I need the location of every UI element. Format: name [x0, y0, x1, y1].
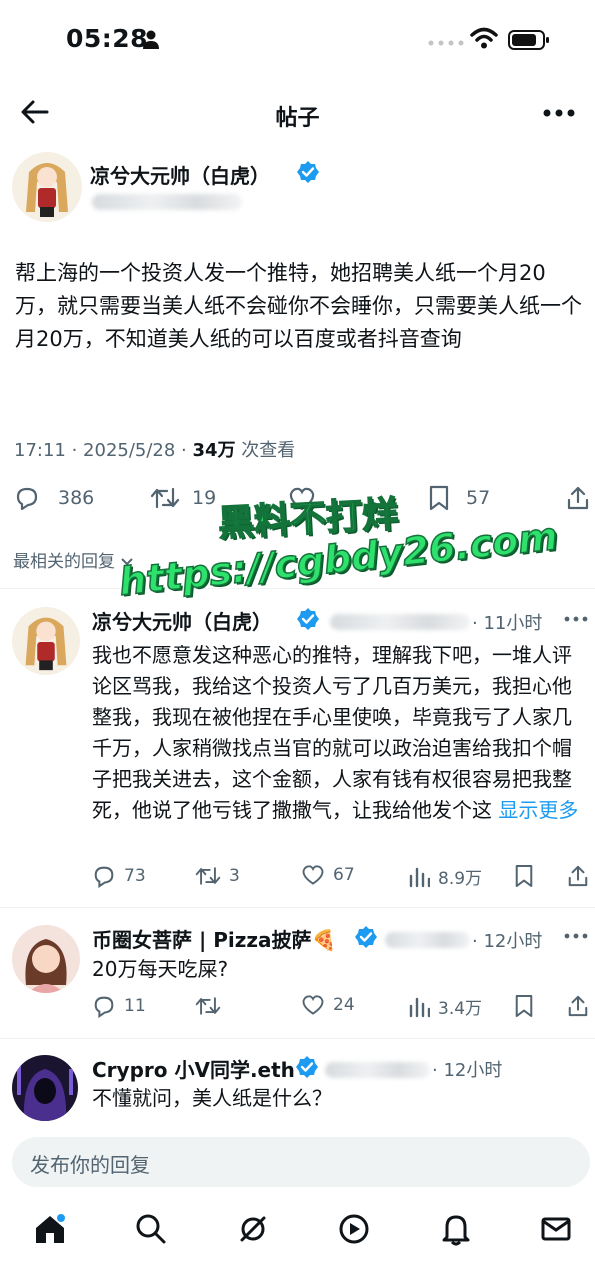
- reply-author[interactable]: 凉兮大元帅（白虎）: [92, 606, 272, 635]
- reply-button[interactable]: 386: [14, 485, 94, 511]
- bookmark-button[interactable]: 57: [428, 485, 490, 511]
- bookmark-count: 57: [466, 487, 491, 509]
- status-bar: 05:28: [0, 0, 595, 80]
- more-options-icon[interactable]: [543, 108, 575, 118]
- repost-count: 19: [192, 487, 217, 509]
- view-count: 3.4万: [438, 999, 483, 1019]
- blurred-handle: [330, 614, 470, 630]
- reply-button[interactable]: 73: [92, 864, 146, 888]
- reply-avatar[interactable]: [12, 607, 80, 675]
- reply-body: 我也不愿意发这种恶心的推特，理解我下吧，一堆人评论区骂我，我给这个投资人亏了几百…: [92, 643, 572, 822]
- sort-label: 最相关的回复: [13, 552, 115, 572]
- hooded-figure-avatar-icon: [12, 1055, 78, 1121]
- share-icon[interactable]: [567, 994, 589, 1018]
- reply-icon: [94, 996, 114, 1018]
- post-timestamp: 17:11 · 2025/5/28 ·: [14, 440, 193, 461]
- blurred-handle: [92, 194, 242, 210]
- repost-icon: [150, 487, 180, 509]
- repost-icon: [195, 997, 221, 1015]
- anime-avatar-icon: [12, 607, 80, 675]
- reply-placeholder: 发布你的回复: [30, 1153, 150, 1177]
- reply-time: · 11小时: [472, 613, 543, 634]
- home-icon[interactable]: [33, 1212, 67, 1246]
- messages-icon[interactable]: [539, 1212, 573, 1246]
- blurred-handle: [385, 932, 470, 948]
- bookmark-icon: [429, 485, 449, 511]
- divider: [0, 907, 595, 908]
- view-count: 34万: [192, 440, 236, 461]
- repost-count: 3: [229, 866, 240, 886]
- repost-icon: [195, 867, 221, 885]
- like-count: 67: [333, 865, 355, 885]
- repost-button[interactable]: 3: [195, 864, 240, 888]
- bookmark-icon[interactable]: [514, 994, 534, 1018]
- share-icon[interactable]: [567, 864, 589, 888]
- post-meta: 17:11 · 2025/5/28 · 34万 次查看: [14, 436, 295, 462]
- view-count: 8.9万: [438, 869, 483, 889]
- verified-badge-icon: [297, 608, 319, 630]
- like-button[interactable]: 24: [301, 994, 355, 1016]
- verified-badge-icon: [355, 926, 377, 948]
- reply-avatar[interactable]: [12, 925, 80, 993]
- like-icon: [302, 865, 324, 885]
- more-options-icon[interactable]: [564, 933, 588, 939]
- post-text: 帮上海的一个投资人发一个推特，她招聘美人纸一个月20万，就只需要当美人纸不会碰你…: [15, 261, 582, 351]
- grok-icon[interactable]: [236, 1212, 270, 1246]
- reply-author[interactable]: Crypro 小V同学.eth: [92, 1054, 295, 1083]
- anime-avatar-icon: [12, 152, 82, 222]
- like-icon: [302, 995, 324, 1015]
- repost-button[interactable]: [195, 994, 229, 1018]
- share-icon[interactable]: [566, 485, 590, 511]
- reply-time: · 12小时: [472, 931, 543, 952]
- view-suffix: 次查看: [235, 440, 296, 461]
- like-button[interactable]: 67: [301, 864, 355, 886]
- reply-count: 73: [124, 866, 146, 886]
- reply-text: 20万每天吃屎?: [92, 957, 229, 981]
- divider: [0, 1038, 595, 1039]
- views-button[interactable]: 3.4万: [408, 994, 482, 1019]
- reply-count: 11: [124, 996, 146, 1016]
- reply-count: 386: [58, 487, 95, 509]
- verified-badge-icon: [296, 1056, 318, 1078]
- repost-button[interactable]: 19: [150, 485, 216, 511]
- divider: [0, 588, 595, 589]
- show-more-link[interactable]: 显示更多: [498, 798, 578, 822]
- reply-text: 我也不愿意发这种恶心的推特，理解我下吧，一堆人评论区骂我，我给这个投资人亏了几百…: [92, 640, 587, 826]
- status-time: 05:28: [66, 24, 149, 53]
- notifications-icon[interactable]: [439, 1212, 473, 1246]
- reply-text: 不懂就问，美人纸是什么？: [92, 1086, 332, 1110]
- author-name[interactable]: 凉兮大元帅（白虎）: [90, 160, 270, 189]
- battery-icon: [508, 30, 549, 50]
- reply-time: · 12小时: [432, 1060, 503, 1081]
- reply-icon: [16, 487, 38, 511]
- views-button[interactable]: 8.9万: [408, 864, 482, 889]
- bookmark-icon[interactable]: [514, 864, 534, 888]
- person-icon: [143, 30, 159, 49]
- verified-badge-icon: [297, 161, 319, 183]
- reply-icon: [94, 866, 114, 888]
- cartoon-girl-avatar-icon: [12, 925, 80, 993]
- video-icon[interactable]: [337, 1212, 371, 1246]
- blurred-handle: [325, 1062, 430, 1078]
- more-options-icon[interactable]: [564, 616, 588, 622]
- reply-avatar[interactable]: [12, 1055, 78, 1121]
- like-count: 24: [333, 995, 355, 1015]
- reply-author[interactable]: 币圈女菩萨 | Pizza披萨🍕: [92, 924, 336, 953]
- views-icon: [409, 997, 430, 1017]
- wifi-icon: [470, 27, 498, 49]
- author-avatar[interactable]: [12, 152, 82, 222]
- page-title: 帖子: [275, 106, 320, 131]
- views-icon: [409, 867, 430, 887]
- search-icon[interactable]: [134, 1212, 168, 1246]
- signal-dots-icon: [428, 40, 464, 46]
- reply-button[interactable]: 11: [92, 994, 146, 1018]
